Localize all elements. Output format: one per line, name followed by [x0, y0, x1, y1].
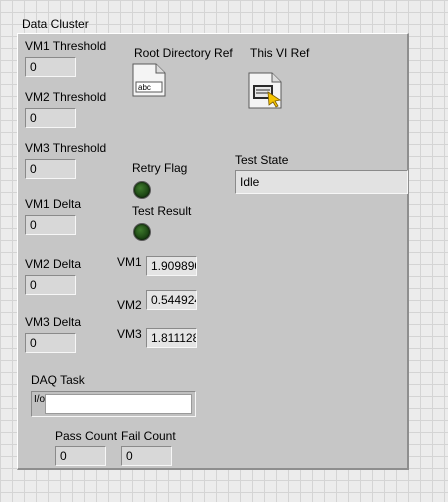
vm2-delta-label: VM2 Delta — [25, 257, 82, 271]
test-state-label: Test State — [235, 153, 289, 167]
cluster-title: Data Cluster — [22, 17, 89, 31]
vm2-label: VM2 — [117, 298, 142, 312]
vm1-label: VM1 — [117, 255, 142, 269]
vm1-delta-input[interactable]: 0 — [25, 215, 76, 235]
vm1-threshold-input[interactable]: 0 — [25, 57, 76, 77]
vm2-indicator: 0.544924 — [146, 290, 197, 310]
test-state-indicator: Idle — [235, 170, 408, 194]
retry-flag-led — [133, 181, 151, 199]
vi-ref-icon[interactable] — [248, 72, 282, 109]
fail-count-field[interactable]: 0 — [121, 446, 172, 466]
pass-count-field[interactable]: 0 — [55, 446, 106, 466]
vm3-threshold-input[interactable]: 0 — [25, 159, 76, 179]
daq-task-icon[interactable]: I/o — [34, 395, 45, 413]
vm3-indicator: 1.811128 — [146, 328, 197, 348]
test-result-led — [133, 223, 151, 241]
vm3-threshold-label: VM3 Threshold — [25, 141, 107, 155]
vm2-delta-input[interactable]: 0 — [25, 275, 76, 295]
vm3-delta-input[interactable]: 0 — [25, 333, 76, 353]
root-directory-ref-label: Root Directory Ref — [134, 46, 233, 60]
this-vi-ref-label: This VI Ref — [250, 46, 310, 60]
test-result-label: Test Result — [132, 204, 192, 218]
vm3-label: VM3 — [117, 327, 142, 341]
vm3-delta-label: VM3 Delta — [25, 315, 82, 329]
vm2-threshold-label: VM2 Threshold — [25, 90, 107, 104]
path-ref-icon-text: abc — [138, 83, 151, 92]
vm1-indicator: 1.909890 — [146, 256, 197, 276]
path-ref-icon[interactable]: abc — [132, 63, 166, 97]
vm1-delta-label: VM1 Delta — [25, 197, 82, 211]
vm1-threshold-label: VM1 Threshold — [25, 39, 107, 53]
daq-task-field[interactable] — [45, 394, 192, 414]
fail-count-label: Fail Count — [121, 429, 176, 443]
daq-task-label: DAQ Task — [31, 373, 85, 387]
vm2-threshold-input[interactable]: 0 — [25, 108, 76, 128]
retry-flag-label: Retry Flag — [132, 161, 188, 175]
pass-count-label: Pass Count — [55, 429, 118, 443]
daq-task-control[interactable]: I/o — [31, 391, 196, 417]
